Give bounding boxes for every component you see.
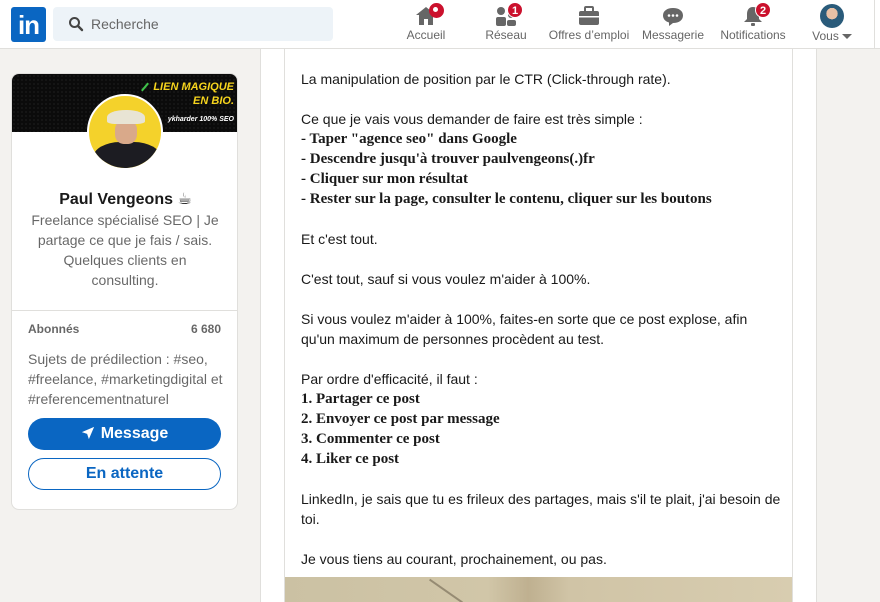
nav-home-label: Accueil xyxy=(406,28,446,42)
post-line: - Descendre jusqu'à trouver paulvengeons… xyxy=(301,151,595,167)
post-line: - Cliquer sur mon résultat xyxy=(301,171,468,187)
pending-button[interactable]: En attente xyxy=(28,458,221,490)
post-blank-line xyxy=(301,209,781,229)
nav-home[interactable]: Accueil xyxy=(396,0,456,49)
nav-me-label: Vous xyxy=(804,29,860,43)
banner-line1: LIEN MAGIQUE xyxy=(153,81,234,93)
post-line: LinkedIn, je sais que tu es frileux des … xyxy=(301,491,781,527)
post-line: Si vous voulez m'aider à 100%, faites-en… xyxy=(301,311,748,347)
linkedin-logo[interactable]: in xyxy=(11,7,46,42)
notifications-badge: 2 xyxy=(755,2,771,18)
profile-photo[interactable] xyxy=(87,94,163,170)
post-line: 3. Commenter ce post xyxy=(301,431,440,447)
message-button[interactable]: Message xyxy=(28,418,221,450)
nav-messaging-label: Messagerie xyxy=(641,28,705,42)
photo-hat xyxy=(107,110,145,124)
followers-count: 6 680 xyxy=(190,322,221,336)
post-line: Ce que je vais vous demander de faire es… xyxy=(301,111,643,127)
nav-notifications-label: Notifications xyxy=(720,28,786,42)
post-line: 4. Liker ce post xyxy=(301,451,400,467)
post-image[interactable] xyxy=(285,577,792,602)
divider xyxy=(12,310,237,311)
nav-me-text: Vous xyxy=(812,29,839,43)
followers-label: Abonnés xyxy=(28,322,80,336)
banner-line2: EN BIO. xyxy=(193,95,234,107)
post-line: Par ordre d'efficacité, il faut : xyxy=(301,371,478,387)
profile-headline: Freelance spécialisé SEO | Je partage ce… xyxy=(31,212,219,288)
post-body: La manipulation de position par le CTR (… xyxy=(301,69,781,569)
nav-jobs-label: Offres d’emploi xyxy=(548,28,630,42)
caret-down-icon xyxy=(841,34,852,40)
nav-jobs[interactable]: Offres d’emploi xyxy=(546,0,632,49)
banner-title: LIEN MAGIQUE EN BIO. xyxy=(140,80,234,108)
nav-messaging[interactable]: Messagerie xyxy=(638,0,708,49)
post-line: - Rester sur la page, consulter le conte… xyxy=(301,191,712,207)
post-line: Et c'est tout. xyxy=(301,231,378,247)
nav-me[interactable]: Vous xyxy=(804,0,860,49)
post-blank-line xyxy=(301,249,781,269)
global-nav: in Accueil 1 Réseau Offres d’emploi Mess… xyxy=(0,0,880,49)
post-card: La manipulation de position par le CTR (… xyxy=(284,49,793,602)
post-blank-line xyxy=(301,529,781,549)
search-icon xyxy=(69,17,84,32)
post-blank-line xyxy=(301,289,781,309)
post-blank-line xyxy=(301,469,781,489)
image-detail xyxy=(429,578,463,602)
briefcase-icon xyxy=(579,6,599,25)
post-line: 1. Partager ce post xyxy=(301,391,420,407)
post-line: C'est tout, sauf si vous voulez m'aider … xyxy=(301,271,591,287)
avatar xyxy=(820,4,844,28)
post-line: 2. Envoyer ce post par message xyxy=(301,411,500,427)
profile-card: LIEN MAGIQUE EN BIO. ykharder 100% SEO Pa… xyxy=(11,73,238,510)
network-badge: 1 xyxy=(507,2,523,18)
message-button-label: Message xyxy=(100,425,169,442)
messaging-icon xyxy=(663,8,683,26)
send-icon xyxy=(81,426,94,440)
post-line: La manipulation de position par le CTR (… xyxy=(301,71,671,87)
header-divider xyxy=(874,0,875,49)
photo-body xyxy=(93,142,161,168)
post-line: Je vous tiens au courant, prochainement,… xyxy=(301,551,607,567)
profile-name[interactable]: Paul Vengeons ☕ xyxy=(12,189,237,209)
post-blank-line xyxy=(301,349,781,369)
nav-network[interactable]: 1 Réseau xyxy=(476,0,536,49)
post-blank-line xyxy=(301,89,781,109)
banner-subtitle: ykharder 100% SEO xyxy=(167,116,234,123)
search-input[interactable] xyxy=(91,7,326,41)
post-line: - Taper "agence seo" dans Google xyxy=(301,131,517,147)
search-bar[interactable] xyxy=(53,7,333,41)
home-new-dot xyxy=(429,3,444,18)
nav-network-label: Réseau xyxy=(485,28,527,42)
wand-icon xyxy=(141,82,150,92)
profile-topics: Sujets de prédilection : #seo, #freelanc… xyxy=(28,351,223,407)
nav-notifications[interactable]: 2 Notifications xyxy=(714,0,792,49)
